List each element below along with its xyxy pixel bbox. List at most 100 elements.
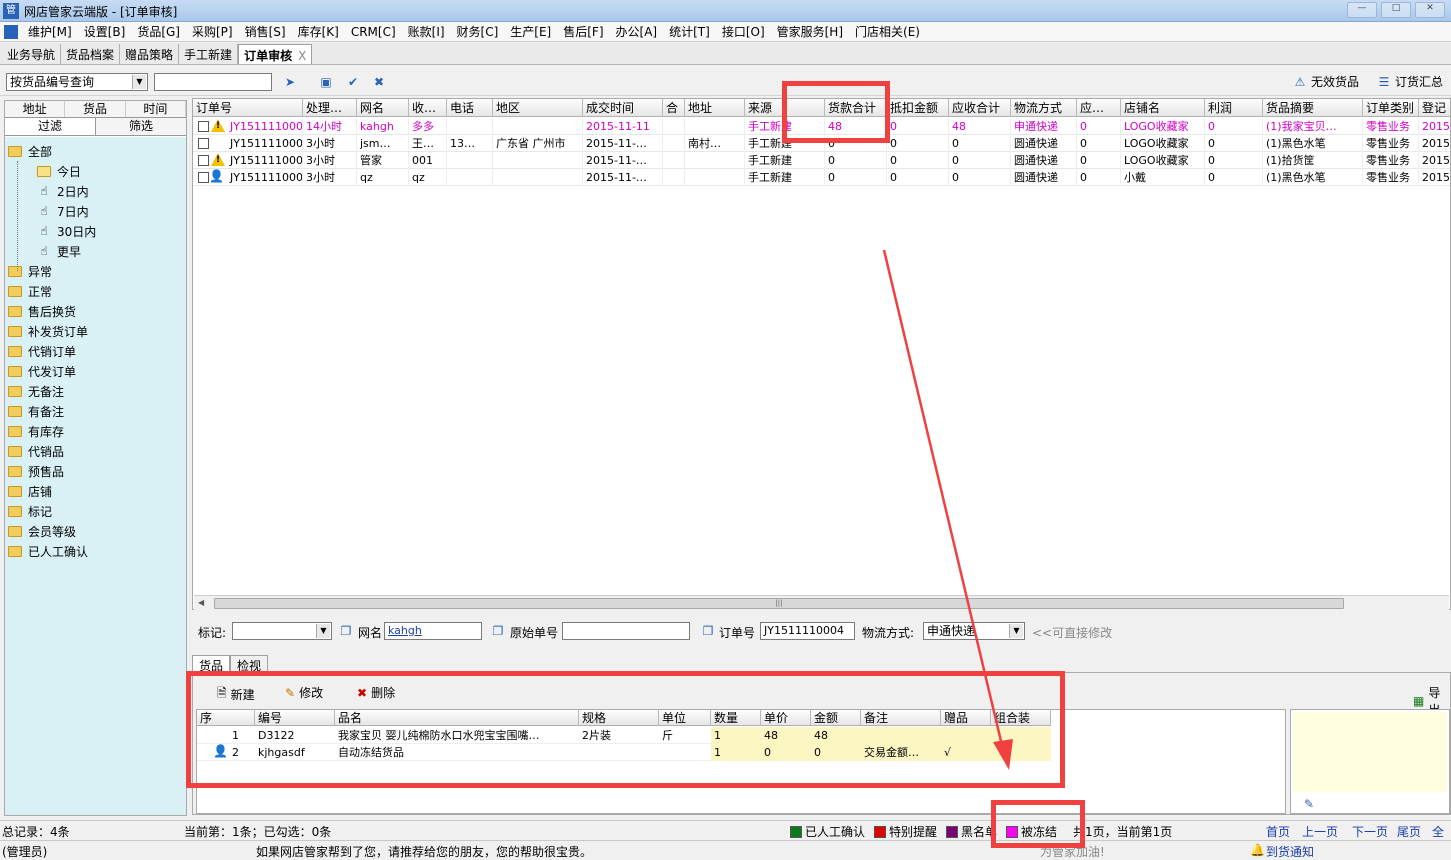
- goods-column-header[interactable]: 数量: [711, 710, 761, 726]
- order-number-field[interactable]: JY1511110004: [760, 622, 855, 640]
- scroll-left-icon[interactable]: ◀: [198, 598, 204, 607]
- invalid-goods-button[interactable]: ⚠ 无效货品: [1292, 73, 1359, 90]
- menu-item[interactable]: 管家服务[H]: [777, 23, 843, 40]
- table-row[interactable]: JY151111000414小时kahgh多多2015-11-11手工新建480…: [193, 118, 1450, 135]
- approve-order-icon[interactable]: ✔: [345, 74, 361, 90]
- orders-column-header[interactable]: 抵扣金额: [887, 99, 949, 117]
- order-summary-button[interactable]: ☰ 订货汇总: [1376, 73, 1443, 90]
- menu-item[interactable]: 售后[F]: [563, 23, 603, 40]
- menu-item[interactable]: 设置[B]: [84, 23, 126, 40]
- goods-column-header[interactable]: 品名: [335, 710, 579, 726]
- copy-icon[interactable]: ❐: [490, 623, 506, 639]
- tree-item[interactable]: 有备注: [8, 401, 64, 421]
- tree-item[interactable]: 店铺: [8, 481, 52, 501]
- orders-column-header[interactable]: 订单类别: [1363, 99, 1419, 117]
- tree-item[interactable]: 代发订单: [8, 361, 76, 381]
- arrival-notice-link[interactable]: 到货通知: [1266, 843, 1314, 860]
- goods-column-header[interactable]: 序: [197, 710, 255, 726]
- tree-item[interactable]: ☝ 30日内: [37, 221, 96, 241]
- tree-item[interactable]: 补发货订单: [8, 321, 88, 341]
- tab-4[interactable]: 订单审核 X: [238, 44, 313, 64]
- menu-item[interactable]: 接口[O]: [722, 23, 765, 40]
- query-type-select[interactable]: 按货品编号查询 ▼: [6, 73, 148, 91]
- filter-subtab[interactable]: 筛选: [96, 118, 186, 135]
- orders-column-header[interactable]: 网名: [357, 99, 409, 117]
- delete-goods-button[interactable]: ✖ 删除: [357, 684, 395, 701]
- goods-column-header[interactable]: 规格: [579, 710, 659, 726]
- goods-column-header[interactable]: 备注: [861, 710, 941, 726]
- orders-column-header[interactable]: 地区: [493, 99, 583, 117]
- goods-column-header[interactable]: 赠品: [941, 710, 991, 726]
- menu-item[interactable]: 统计[T]: [669, 23, 710, 40]
- tree-item[interactable]: 售后换货: [8, 301, 76, 321]
- orders-column-header[interactable]: 收…: [409, 99, 447, 117]
- tree-item[interactable]: 今日: [37, 161, 81, 181]
- tree-item[interactable]: 有库存: [8, 421, 64, 441]
- goods-column-header[interactable]: 金额: [811, 710, 861, 726]
- menu-item[interactable]: 维护[M]: [28, 23, 72, 40]
- menu-item[interactable]: 办公[A]: [616, 23, 658, 40]
- orders-column-header[interactable]: 订单号: [193, 99, 303, 117]
- scroll-thumb[interactable]: |||: [214, 598, 1344, 609]
- detail-tab[interactable]: 检视: [230, 655, 269, 673]
- goods-note-area[interactable]: [1293, 712, 1447, 792]
- orders-column-header[interactable]: 应收合计: [949, 99, 1011, 117]
- tree-item[interactable]: ☝ 7日内: [37, 201, 88, 221]
- next-page-link[interactable]: 下一页: [1352, 823, 1388, 840]
- row-checkbox[interactable]: [198, 121, 209, 132]
- orders-column-header[interactable]: 货品摘要: [1263, 99, 1363, 117]
- orders-column-header[interactable]: 处理…: [303, 99, 357, 117]
- filter-tab[interactable]: 货品: [65, 101, 126, 117]
- orders-column-header[interactable]: 来源: [745, 99, 825, 117]
- first-page-link[interactable]: 首页: [1266, 823, 1290, 840]
- original-order-field[interactable]: [562, 622, 690, 640]
- tree-item[interactable]: 标记: [8, 501, 52, 521]
- orders-column-header[interactable]: 电话: [447, 99, 493, 117]
- close-icon[interactable]: X: [298, 49, 306, 63]
- reject-order-icon[interactable]: ✖: [371, 74, 387, 90]
- detail-tab[interactable]: 货品: [192, 655, 231, 673]
- orders-column-header[interactable]: 地址: [685, 99, 745, 117]
- menu-item[interactable]: 货品[G]: [137, 23, 180, 40]
- filter-subtab[interactable]: 过滤: [5, 118, 96, 135]
- menu-item[interactable]: 销售[S]: [245, 23, 286, 40]
- nick-field[interactable]: kahgh: [384, 622, 482, 640]
- table-row[interactable]: JY1511110003 3小时 jsm… 王… 13… 广东省 广州市 2015-11-……: [193, 135, 1450, 152]
- tree-item[interactable]: 预售品: [8, 461, 64, 481]
- copy-icon[interactable]: ❐: [338, 623, 354, 639]
- orders-column-header[interactable]: 店铺名: [1121, 99, 1205, 117]
- orders-column-header[interactable]: 合: [663, 99, 685, 117]
- tree-item[interactable]: 异常: [8, 261, 52, 281]
- orders-column-header[interactable]: 成交时间: [583, 99, 663, 117]
- row-checkbox[interactable]: [198, 172, 209, 183]
- menu-item[interactable]: CRM[C]: [351, 25, 396, 39]
- row-checkbox[interactable]: [198, 155, 209, 166]
- menu-item[interactable]: 生产[E]: [510, 23, 551, 40]
- query-input[interactable]: [154, 73, 272, 91]
- filter-tab[interactable]: 地址: [5, 101, 66, 117]
- orders-column-header[interactable]: 物流方式: [1011, 99, 1077, 117]
- menu-item[interactable]: 门店相关(E): [855, 23, 920, 40]
- menu-item[interactable]: 库存[K]: [298, 23, 339, 40]
- tab-1[interactable]: 货品档案: [61, 44, 121, 64]
- orders-horizontal-scrollbar[interactable]: ◀ |||: [194, 595, 1449, 611]
- table-row[interactable]: JY15111100023小时管家0012015-11-…手工新建000圆通快递…: [193, 152, 1450, 169]
- copy-icon[interactable]: ❐: [700, 623, 716, 639]
- last-page-link[interactable]: 尾页: [1397, 823, 1421, 840]
- logistics-select[interactable]: 申通快递 ▼: [923, 622, 1025, 640]
- edit-goods-button[interactable]: ✎ 修改: [285, 684, 323, 701]
- tree-item[interactable]: 已人工确认: [8, 541, 88, 561]
- tree-item[interactable]: ☝ 更早: [37, 241, 81, 261]
- goods-column-header[interactable]: 单位: [659, 710, 711, 726]
- prev-page-link[interactable]: 上一页: [1302, 823, 1338, 840]
- tab-2[interactable]: 赠品策略: [120, 44, 180, 64]
- row-checkbox[interactable]: [198, 138, 209, 149]
- tree-item[interactable]: ☝ 2日内: [37, 181, 88, 201]
- tree-item[interactable]: 会员等级: [8, 521, 76, 541]
- goods-column-header[interactable]: 单价: [761, 710, 811, 726]
- maximize-button[interactable]: □: [1381, 2, 1411, 18]
- menu-item[interactable]: 采购[P]: [192, 23, 233, 40]
- new-goods-button[interactable]: 🗎 新建: [217, 684, 255, 705]
- tree-item[interactable]: 无备注: [8, 381, 64, 401]
- minimize-button[interactable]: —: [1347, 2, 1377, 18]
